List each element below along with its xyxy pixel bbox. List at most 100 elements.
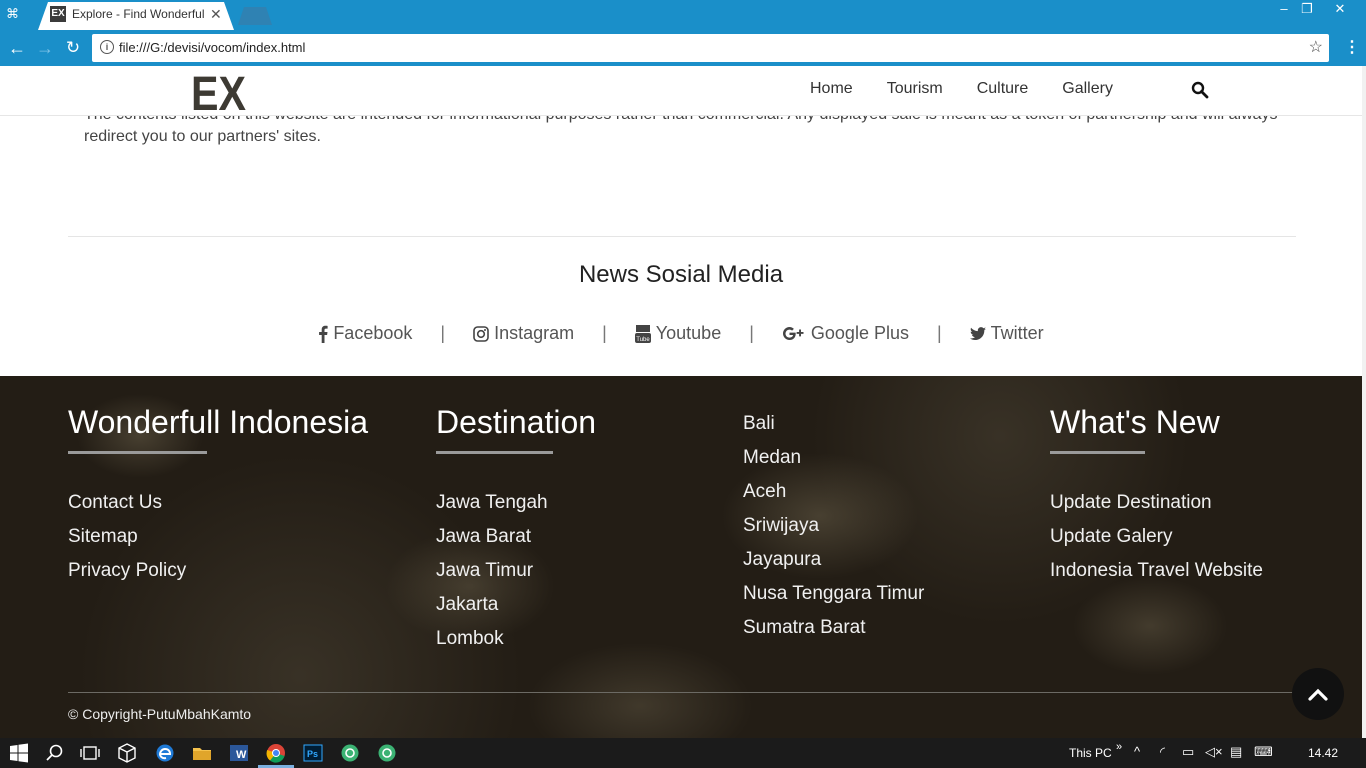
footer-link-medan[interactable]: Medan — [743, 447, 801, 469]
url-text[interactable]: file:///G:/devisi/vocom/index.html — [119, 40, 305, 55]
close-window-icon[interactable]: ✕ — [1326, 0, 1354, 18]
footer-link-jawa-timur[interactable]: Jawa Timur — [436, 560, 533, 582]
social-link-facebook[interactable]: Facebook — [318, 323, 412, 344]
section-divider — [68, 236, 1296, 237]
search-icon[interactable] — [45, 743, 65, 763]
footer-link-lombok[interactable]: Lombok — [436, 628, 504, 650]
social-label: Youtube — [655, 323, 722, 343]
social-separator: | — [749, 323, 754, 343]
task-view-icon[interactable] — [80, 743, 100, 763]
nav-gallery[interactable]: Gallery — [1062, 80, 1113, 98]
file-explorer-icon[interactable] — [192, 743, 212, 763]
footer-heading-whats-new: What's New — [1050, 404, 1220, 440]
edge-browser-icon[interactable] — [155, 743, 175, 763]
restore-icon[interactable]: ❐ — [1293, 0, 1321, 18]
footer-link-update-destination[interactable]: Update Destination — [1050, 492, 1212, 514]
social-link-instagram[interactable]: Instagram — [473, 323, 574, 344]
browser-toolbar: ← → ↻ i file:///G:/devisi/vocom/index.ht… — [0, 30, 1366, 66]
footer-link-sumatra-barat[interactable]: Sumatra Barat — [743, 617, 866, 639]
social-label: Instagram — [494, 323, 575, 343]
battery-icon[interactable]: ▭ — [1182, 744, 1194, 760]
nav-culture[interactable]: Culture — [977, 80, 1029, 98]
site-footer: Wonderfull Indonesia Contact Us Sitemap … — [0, 376, 1362, 738]
social-label: Twitter — [990, 323, 1044, 343]
browser-titlebar: ⌘ EX Explore - Find Wonderful ✕ – ❐ ✕ — [0, 0, 1366, 30]
info-icon[interactable]: i — [100, 40, 114, 54]
footer-link-sitemap[interactable]: Sitemap — [68, 526, 138, 548]
tray-this-pc[interactable]: This PC — [1069, 746, 1112, 760]
nav-menu: Home Tourism Culture Gallery — [800, 80, 1147, 98]
incognito-menu-icon[interactable]: ⌘ — [6, 6, 24, 24]
web-page: The contents listed on this website are … — [0, 66, 1366, 738]
social-links: Facebook | Instagram | Tube Youtube | Go… — [0, 323, 1362, 344]
svg-text:Ps: Ps — [307, 749, 318, 759]
heading-underline — [1050, 451, 1145, 454]
heading-underline — [68, 451, 207, 454]
google-plus-icon — [782, 326, 804, 340]
chevron-up-icon — [1308, 688, 1328, 701]
double-chevron-icon[interactable]: » — [1116, 741, 1122, 753]
volume-muted-icon[interactable]: ◁× — [1205, 744, 1223, 760]
footer-link-update-galery[interactable]: Update Galery — [1050, 526, 1173, 548]
social-link-youtube[interactable]: Tube Youtube — [634, 323, 722, 344]
footer-link-contact[interactable]: Contact Us — [68, 492, 162, 514]
social-separator: | — [602, 323, 607, 343]
windows-start-icon[interactable] — [9, 743, 29, 763]
youtube-icon: Tube — [634, 324, 651, 343]
social-separator: | — [936, 323, 942, 343]
copyright-text: © Copyright-PutuMbahKamto — [68, 706, 252, 722]
social-link-google-plus[interactable]: Google Plus — [782, 323, 909, 344]
footer-link-jayapura[interactable]: Jayapura — [743, 549, 821, 571]
notification-icon[interactable]: ▤ — [1230, 744, 1242, 760]
site-navbar: EX Home Tourism Culture Gallery — [0, 66, 1362, 116]
footer-link-privacy[interactable]: Privacy Policy — [68, 560, 186, 582]
back-to-top-button[interactable] — [1292, 668, 1344, 720]
tab-favicon-icon: EX — [50, 6, 66, 22]
chrome-icon[interactable] — [266, 743, 286, 763]
3d-box-icon[interactable] — [117, 743, 137, 763]
instagram-icon — [473, 325, 489, 342]
footer-heading-wonderfull: Wonderfull Indonesia — [68, 404, 369, 440]
word-icon[interactable]: W — [229, 743, 249, 763]
nav-tourism[interactable]: Tourism — [887, 80, 943, 98]
new-tab-button[interactable] — [238, 7, 272, 25]
footer-link-aceh[interactable]: Aceh — [743, 481, 786, 503]
app-green-icon[interactable] — [377, 743, 397, 763]
social-media-title: News Sosial Media — [578, 261, 784, 288]
reload-icon[interactable]: ↻ — [62, 37, 84, 59]
clock[interactable]: 14.42 — [1308, 746, 1338, 760]
wifi-icon[interactable]: ◜ — [1160, 744, 1165, 760]
browser-menu-icon[interactable]: ⋮ — [1344, 37, 1360, 57]
address-bar[interactable]: i file:///G:/devisi/vocom/index.html ☆ — [92, 34, 1329, 62]
tab-title: Explore - Find Wonderful — [72, 7, 204, 21]
search-icon[interactable] — [1191, 81, 1209, 99]
site-logo[interactable]: EX — [191, 70, 246, 114]
facebook-icon — [319, 325, 328, 343]
footer-divider — [68, 692, 1294, 693]
footer-link-jakarta[interactable]: Jakarta — [436, 594, 498, 616]
social-label: Google Plus — [810, 323, 909, 343]
nav-home[interactable]: Home — [810, 80, 853, 98]
bookmark-star-icon[interactable]: ☆ — [1309, 37, 1323, 57]
logo-text: EX — [191, 70, 246, 114]
footer-link-ntt[interactable]: Nusa Tenggara Timur — [743, 583, 924, 605]
social-label: Facebook — [333, 323, 413, 343]
chevron-up-icon[interactable]: ^ — [1134, 744, 1140, 759]
social-link-twitter[interactable]: Twitter — [969, 323, 1044, 344]
tab-close-icon[interactable]: ✕ — [210, 6, 222, 23]
footer-link-jawa-tengah[interactable]: Jawa Tengah — [436, 492, 548, 514]
footer-link-bali[interactable]: Bali — [743, 413, 775, 435]
twitter-icon — [969, 326, 986, 340]
footer-link-indonesia-travel[interactable]: Indonesia Travel Website — [1050, 560, 1263, 582]
photoshop-icon[interactable]: Ps — [303, 743, 323, 763]
windows-taskbar: W Ps This PC » ^ ◜ ▭ ◁× ▤ ⌨ 14.42 — [0, 738, 1366, 768]
footer-link-jawa-barat[interactable]: Jawa Barat — [436, 526, 531, 548]
svg-text:W: W — [236, 749, 247, 761]
footer-link-sriwijaya[interactable]: Sriwijaya — [743, 515, 819, 537]
social-separator: | — [440, 323, 446, 343]
keyboard-icon[interactable]: ⌨ — [1254, 744, 1273, 760]
page-scrollbar[interactable] — [1362, 66, 1366, 738]
back-arrow-icon[interactable]: ← — [6, 37, 28, 59]
forward-arrow-icon[interactable]: → — [34, 37, 56, 59]
app-green-icon[interactable] — [340, 743, 360, 763]
